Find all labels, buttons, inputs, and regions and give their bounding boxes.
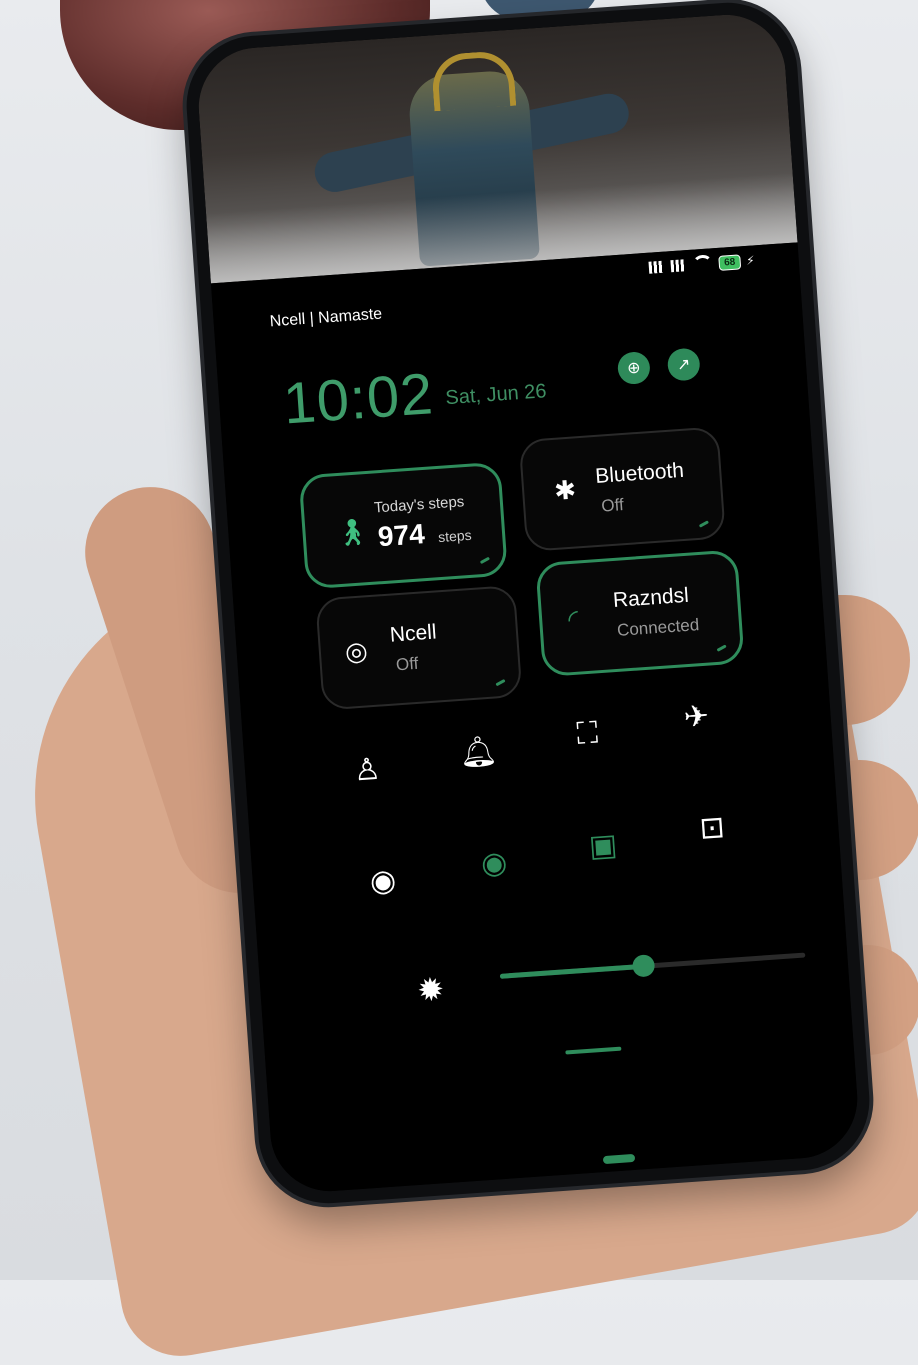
- bluetooth-tile[interactable]: ✱ Bluetooth Off: [518, 426, 726, 552]
- screenshot-icon[interactable]: ⛶: [564, 711, 611, 758]
- brightness-thumb[interactable]: [631, 954, 656, 978]
- mobile-data-icon: ◎: [343, 635, 369, 667]
- wallpaper: [194, 10, 798, 284]
- brightness-slider[interactable]: [499, 952, 806, 979]
- control-center: 68 ⚡ Ncell | Namaste 10:02 Sat, Jun 26 ⊕…: [210, 242, 862, 1196]
- wifi-tile[interactable]: ◜ Razndsl Connected: [535, 549, 745, 678]
- mobile-data-title: Ncell: [389, 620, 438, 647]
- wifi-title: Razndsl: [612, 583, 690, 613]
- steps-unit: steps: [437, 526, 473, 546]
- phone: 68 ⚡ Ncell | Namaste 10:02 Sat, Jun 26 ⊕…: [181, 0, 875, 1208]
- steps-value: 974: [376, 518, 426, 553]
- tile-corner-indicator: [495, 678, 506, 687]
- brightness-fill: [499, 963, 644, 979]
- mobile-data-status: Off: [395, 653, 419, 675]
- location-icon[interactable]: ◉: [471, 840, 518, 887]
- bluetooth-title: Bluetooth: [594, 458, 685, 488]
- wifi-status-icon: [692, 254, 714, 274]
- flashlight-icon[interactable]: ♙: [344, 746, 391, 793]
- carrier-label: Ncell | Namaste: [269, 305, 383, 331]
- status-bar: 68 ⚡: [648, 251, 756, 276]
- wifi-icon: ◜: [567, 603, 580, 635]
- edit-icon[interactable]: ↗: [666, 347, 701, 382]
- bluetooth-status: Off: [600, 495, 625, 516]
- clock: 10:02: [281, 361, 436, 437]
- tile-corner-indicator: [716, 644, 727, 652]
- steps-label: Today's steps: [373, 493, 465, 517]
- signal-icon-2: [670, 259, 688, 273]
- brightness-icon: ✹: [416, 970, 446, 1009]
- signal-icon: [648, 260, 666, 274]
- date: Sat, Jun 26: [444, 380, 548, 410]
- fingerprint-icon[interactable]: ◉: [360, 857, 407, 904]
- panel-handle[interactable]: [565, 1046, 622, 1055]
- wifi-status: Connected: [616, 615, 700, 640]
- walk-icon: 🚶︎: [334, 515, 370, 549]
- cast-icon[interactable]: ▣: [580, 822, 627, 869]
- battery-icon: 68: [718, 253, 741, 271]
- tile-corner-indicator: [698, 520, 710, 528]
- target-icon[interactable]: ⊕: [616, 350, 651, 386]
- steps-tile[interactable]: 🚶︎ Today's steps 974 steps: [298, 461, 509, 590]
- charging-icon: ⚡: [745, 253, 756, 268]
- bluetooth-icon: ✱: [553, 474, 578, 506]
- wallpaper-horned-helmet: [430, 49, 517, 112]
- alarm-bell-icon[interactable]: 🔔︎: [455, 728, 502, 775]
- nav-handle[interactable]: [602, 1153, 636, 1165]
- tile-corner-indicator: [479, 556, 491, 565]
- phone-screen: 68 ⚡ Ncell | Namaste 10:02 Sat, Jun 26 ⊕…: [194, 10, 862, 1196]
- screen-record-icon[interactable]: ⊡: [689, 804, 736, 851]
- airplane-icon[interactable]: ✈: [673, 693, 720, 740]
- mobile-data-tile[interactable]: ◎ Ncell Off: [315, 584, 523, 711]
